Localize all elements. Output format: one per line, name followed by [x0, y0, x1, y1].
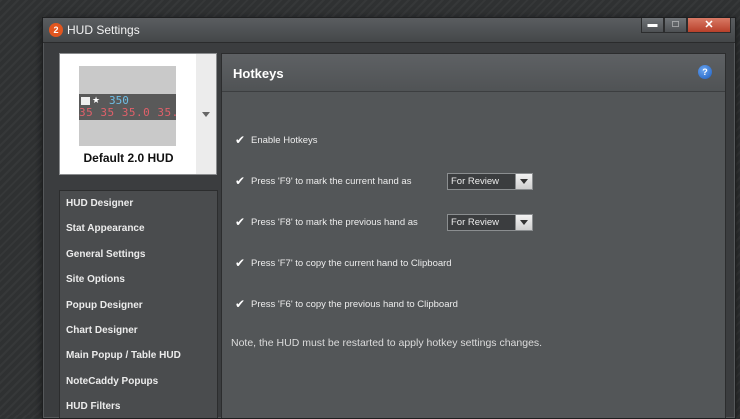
f6-label: Press 'F6' to copy the previous hand to … — [251, 299, 458, 310]
sidebar-item-stat-appearance[interactable]: Stat Appearance — [60, 216, 217, 241]
f9-select-button[interactable] — [515, 174, 532, 189]
f8-label: Press 'F8' to mark the previous hand as — [251, 217, 418, 228]
sidebar-item-hud-designer[interactable]: HUD Designer — [60, 191, 217, 216]
help-icon[interactable]: ? — [698, 65, 712, 79]
panel-title: Hotkeys — [233, 66, 284, 81]
sidebar-item-main-popup-table-hud[interactable]: Main Popup / Table HUD — [60, 343, 217, 368]
enable-hotkeys-label: Enable Hotkeys — [251, 135, 318, 146]
sidebar-item-chart-designer[interactable]: Chart Designer — [60, 318, 217, 343]
chevron-down-icon — [202, 112, 210, 117]
f9-label: Press 'F9' to mark the current hand as — [251, 176, 412, 187]
window-controls: ▬ □ ✕ — [641, 18, 731, 34]
f9-checkbox[interactable]: ✔ — [235, 175, 247, 187]
maximize-button[interactable]: □ — [664, 18, 687, 33]
f8-select-value: For Review — [451, 217, 500, 228]
f9-mark-select[interactable]: For Review — [447, 173, 533, 190]
sidebar-item-notecaddy-popups[interactable]: NoteCaddy Popups — [60, 369, 217, 394]
panel-header: Hotkeys ? — [222, 54, 725, 92]
hud-select-dropdown[interactable] — [196, 53, 217, 175]
enable-hotkeys-checkbox[interactable]: ✔ — [235, 134, 247, 146]
hud-name: Default 2.0 HUD — [83, 151, 174, 165]
f8-select-button[interactable] — [515, 215, 532, 230]
sidebar-item-popup-designer[interactable]: Popup Designer — [60, 293, 217, 318]
hud-settings-window: 2 HUD Settings ▬ □ ✕ ★ 350 35 35 35.0 35… — [42, 17, 736, 419]
hotkeys-panel: Hotkeys ? ✔ Enable Hotkeys ✔ Press 'F9' … — [221, 53, 726, 418]
chevron-down-icon — [520, 179, 528, 184]
f8-mark-select[interactable]: For Review — [447, 214, 533, 231]
app-logo-icon: 2 — [49, 23, 63, 37]
hud-thumbnail: ★ 350 35 35 35.0 35.0 — [79, 66, 176, 146]
f7-checkbox[interactable]: ✔ — [235, 257, 247, 269]
sidebar-item-hud-filters[interactable]: HUD Filters — [60, 394, 217, 418]
window-title: HUD Settings — [67, 23, 140, 37]
sidebar-item-site-options[interactable]: Site Options — [60, 267, 217, 292]
f7-label: Press 'F7' to copy the current hand to C… — [251, 258, 452, 269]
hud-chip — [81, 97, 90, 105]
restart-note: Note, the HUD must be restarted to apply… — [231, 337, 543, 349]
close-button[interactable]: ✕ — [687, 18, 731, 33]
sidebar-nav: HUD Designer Stat Appearance General Set… — [59, 190, 218, 418]
f8-checkbox[interactable]: ✔ — [235, 216, 247, 228]
hud-preview-card[interactable]: ★ 350 35 35 35.0 35.0 Default 2.0 HUD — [59, 53, 198, 175]
sidebar-item-general-settings[interactable]: General Settings — [60, 242, 217, 267]
title-bar[interactable]: 2 HUD Settings ▬ □ ✕ — [43, 18, 735, 43]
star-icon: ★ — [92, 95, 101, 105]
f6-checkbox[interactable]: ✔ — [235, 298, 247, 310]
chevron-down-icon — [520, 220, 528, 225]
hud-bottom-values: 35 35 35.0 35.0 — [79, 106, 176, 119]
minimize-button[interactable]: ▬ — [641, 18, 664, 33]
f9-select-value: For Review — [451, 176, 500, 187]
